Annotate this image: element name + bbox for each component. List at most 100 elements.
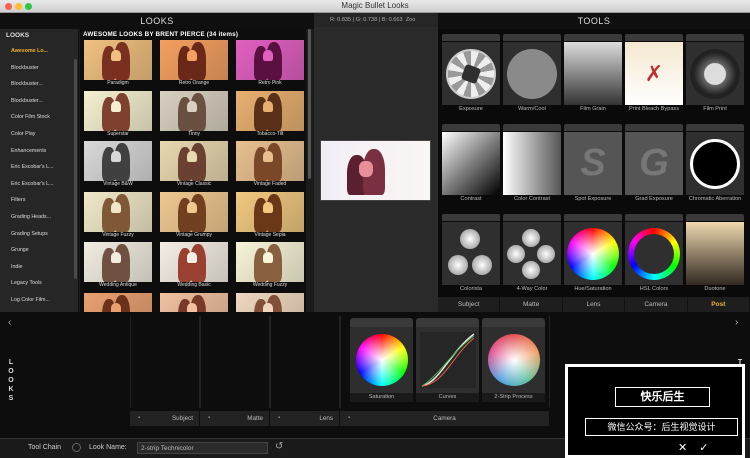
category-item[interactable]: Awesome Lo... [0,43,78,60]
curves-tool-icon[interactable] [416,327,479,393]
tool-tab[interactable] [625,34,683,41]
category-item[interactable]: Indie [0,259,78,276]
tool-tab-post[interactable]: Post [688,297,750,312]
color-contrast-icon[interactable] [503,132,561,195]
tool-tab-matte[interactable]: Matte [500,297,563,312]
color-wheel-icon[interactable] [564,222,622,285]
tool-tile[interactable]: G Grad Exposure [625,119,683,205]
category-item[interactable]: Grading Setups [0,226,78,243]
tool-tile[interactable]: Duotone [686,209,744,295]
category-item[interactable]: Color Play [0,126,78,143]
look-thumbnail[interactable]: Wedding Basic [159,242,229,292]
chain-tool[interactable]: Curves [416,318,479,403]
tool-tab-camera[interactable]: Camera [625,297,688,312]
tool-tab[interactable] [442,34,500,41]
tool-tab[interactable] [625,124,683,131]
category-item[interactable]: Legacy Tools [0,275,78,292]
look-thumbnail[interactable]: Paradigm [83,40,153,90]
tool-chain-label[interactable]: Tool Chain [28,444,61,451]
look-thumbnail[interactable]: Superstar [83,90,153,141]
look-thumbnail[interactable]: Vintage Classic [159,141,229,191]
film-reel-icon[interactable] [686,42,744,105]
category-item[interactable]: Log Color Film... [0,292,78,309]
tool-tab[interactable] [564,124,622,131]
grain-gradient-icon[interactable] [564,42,622,105]
saturation-tool-icon[interactable] [350,327,413,393]
look-thumbnail[interactable]: Wedding Antique [83,242,153,292]
preview-image[interactable] [320,140,431,201]
scroll-thumb[interactable] [308,29,311,179]
look-thumbnail[interactable]: Tobacco-Tilt [235,90,305,141]
look-thumbnail[interactable] [235,292,305,312]
tool-tab[interactable] [686,34,744,41]
look-thumbnail[interactable]: Vintage Faded [235,141,305,191]
look-thumbnail[interactable]: Wedding Fuzzy [235,242,305,292]
aperture-icon[interactable] [442,42,500,105]
tool-tile[interactable]: ✗ Print Bleach Bypass [625,29,683,115]
category-item[interactable]: Enhancements [0,143,78,160]
tool-tab[interactable] [503,124,561,131]
contrast-gradient-icon[interactable] [442,132,500,195]
stage-lens[interactable]: ▪ Lens [270,411,340,426]
chain-tool-tab[interactable] [416,318,479,327]
chevron-right-icon[interactable]: › [735,317,738,328]
look-thumbnail[interactable]: Retro Orange [159,40,229,90]
tool-tab[interactable] [442,214,500,221]
category-item[interactable]: Blockbuster [0,60,78,77]
tool-tile[interactable]: Hue/Saturation [564,209,622,295]
category-item[interactable]: Grading Heads... [0,209,78,226]
tool-chain-toggle-icon[interactable] [72,443,81,452]
tool-tab[interactable] [686,124,744,131]
check-icon[interactable]: ✓ [699,442,720,454]
stage-camera[interactable]: ▪ Camera [340,411,550,426]
looks-side-label[interactable]: LOOKS [6,358,16,403]
spot-exposure-icon[interactable]: S [564,132,622,195]
tool-tab[interactable] [564,34,622,41]
tool-tab-subject[interactable]: Subject [438,297,501,312]
tool-tab[interactable] [503,34,561,41]
grad-exposure-icon[interactable]: G [625,132,683,195]
tool-tile[interactable]: Contrast [442,119,500,205]
category-scrollbar[interactable] [74,59,77,279]
chain-tool-tab[interactable] [482,318,545,327]
tool-tile[interactable]: Color Contrast [503,119,561,205]
category-item[interactable]: Filters [0,192,78,209]
tool-tile[interactable]: Chromatic Aberration [686,119,744,205]
look-thumbnail[interactable]: Vintage Grumpy [159,191,229,242]
category-item[interactable]: Eric Escobar's L... [0,176,78,193]
ring-icon[interactable] [686,132,744,195]
look-thumbnail[interactable] [83,292,153,312]
tool-tab[interactable] [686,214,744,221]
category-item[interactable]: Eric Escobar's L... [0,159,78,176]
look-thumbnail[interactable] [159,292,229,312]
tool-tile[interactable]: Film Grain [564,29,622,115]
chevron-left-icon[interactable]: ‹ [8,317,11,328]
category-item[interactable]: Grunge [0,242,78,259]
stage-matte[interactable]: ▪ Matte [200,411,270,426]
category-item[interactable]: Blockbuster... [0,93,78,110]
look-thumbnail[interactable]: Vintage B&W [83,141,153,191]
tool-tile[interactable]: Exposure [442,29,500,115]
look-thumbnail[interactable]: Vintage Sepia [235,191,305,242]
tool-tab-lens[interactable]: Lens [563,297,626,312]
tool-tile[interactable]: 4-Way Color [503,209,561,295]
close-icon[interactable]: ✕ [678,442,699,454]
category-item[interactable]: Color Film Stock [0,109,78,126]
tool-tile[interactable]: S Spot Exposure [564,119,622,205]
chain-tool[interactable]: 2-Strip Process [482,318,545,403]
tool-tile[interactable]: Warm/Cool [503,29,561,115]
tool-tab[interactable] [442,124,500,131]
category-item[interactable]: Blockbuster... [0,76,78,93]
look-thumbnail[interactable]: Vintage Fuzzy [83,191,153,242]
tool-tab[interactable] [625,214,683,221]
two-strip-process-tool-icon[interactable] [482,327,545,393]
reset-icon[interactable]: ↺ [275,441,283,452]
stage-subject[interactable]: ▪ Subject [130,411,200,426]
chain-tool-tab[interactable] [350,318,413,327]
look-thumbnail[interactable]: Tinny [159,90,229,141]
tool-tile[interactable]: Colorista [442,209,500,295]
tool-tile[interactable]: Film Print [686,29,744,115]
tool-tile[interactable]: HSL Colors [625,209,683,295]
chain-tool[interactable]: Saturation [350,318,413,403]
look-name-input[interactable] [137,442,268,454]
